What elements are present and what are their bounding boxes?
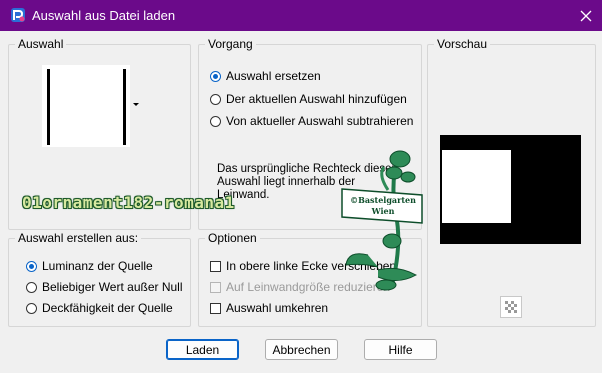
watermark-text: 01ornament182-romana1 bbox=[22, 193, 235, 212]
title-bar: Auswahl aus Datei laden bbox=[0, 0, 602, 31]
ornament-stamp: ©Bastelgarten Wien bbox=[338, 145, 426, 295]
close-button[interactable] bbox=[570, 0, 602, 31]
checkbox-auswahl-umkehren[interactable]: Auswahl umkehren bbox=[210, 301, 328, 315]
radio-indicator bbox=[26, 302, 37, 314]
dropdown-arrow-icon bbox=[133, 103, 139, 106]
transparency-toggle-button[interactable] bbox=[500, 296, 522, 318]
radio-indicator bbox=[26, 281, 37, 293]
checkbox-indicator bbox=[210, 260, 221, 272]
radio-auswahl-ersetzen[interactable]: Auswahl ersetzen bbox=[210, 69, 321, 83]
radio-indicator bbox=[210, 115, 221, 127]
checkbox-indicator bbox=[210, 302, 221, 314]
radio-auswahl-hinzufuegen[interactable]: Der aktuellen Auswahl hinzufügen bbox=[210, 92, 407, 106]
radio-deckfaehigkeit[interactable]: Deckfähigkeit der Quelle bbox=[26, 301, 173, 315]
radio-luminanz[interactable]: Luminanz der Quelle bbox=[26, 259, 153, 273]
optionen-legend: Optionen bbox=[205, 231, 260, 245]
window-title: Auswahl aus Datei laden bbox=[32, 8, 176, 23]
selection-thumbnail bbox=[42, 65, 130, 147]
stamp-line2: Wien bbox=[371, 206, 395, 216]
auswahl-erstellen-legend: Auswahl erstellen aus: bbox=[15, 231, 142, 245]
radio-indicator bbox=[210, 93, 221, 105]
close-icon bbox=[580, 10, 592, 21]
radio-indicator bbox=[26, 260, 37, 272]
radio-auswahl-subtrahieren[interactable]: Von aktueller Auswahl subtrahieren bbox=[210, 114, 413, 128]
paintshop-icon bbox=[11, 8, 25, 22]
preview-selection bbox=[442, 150, 511, 223]
flower-ornament-icon bbox=[341, 150, 423, 291]
abbrechen-button[interactable]: Abbrechen bbox=[265, 339, 338, 360]
vorschau-legend: Vorschau bbox=[434, 37, 491, 51]
checkerboard-icon bbox=[505, 301, 517, 313]
auswahl-erstellen-group: Auswahl erstellen aus: Luminanz der Quel… bbox=[8, 231, 191, 327]
checkbox-indicator bbox=[210, 281, 221, 293]
preview-canvas bbox=[440, 135, 581, 244]
radio-indicator bbox=[210, 70, 221, 82]
selection-thumbnail-dropdown[interactable] bbox=[42, 65, 140, 147]
radio-beliebiger-wert[interactable]: Beliebiger Wert außer Null bbox=[26, 280, 183, 294]
auswahl-legend: Auswahl bbox=[15, 37, 67, 51]
laden-button[interactable]: Laden bbox=[166, 339, 239, 360]
stamp-line1: ©Bastelgarten bbox=[350, 195, 416, 205]
vorgang-legend: Vorgang bbox=[205, 37, 256, 51]
vorschau-group: Vorschau bbox=[427, 37, 596, 327]
hilfe-button[interactable]: Hilfe bbox=[364, 339, 437, 360]
